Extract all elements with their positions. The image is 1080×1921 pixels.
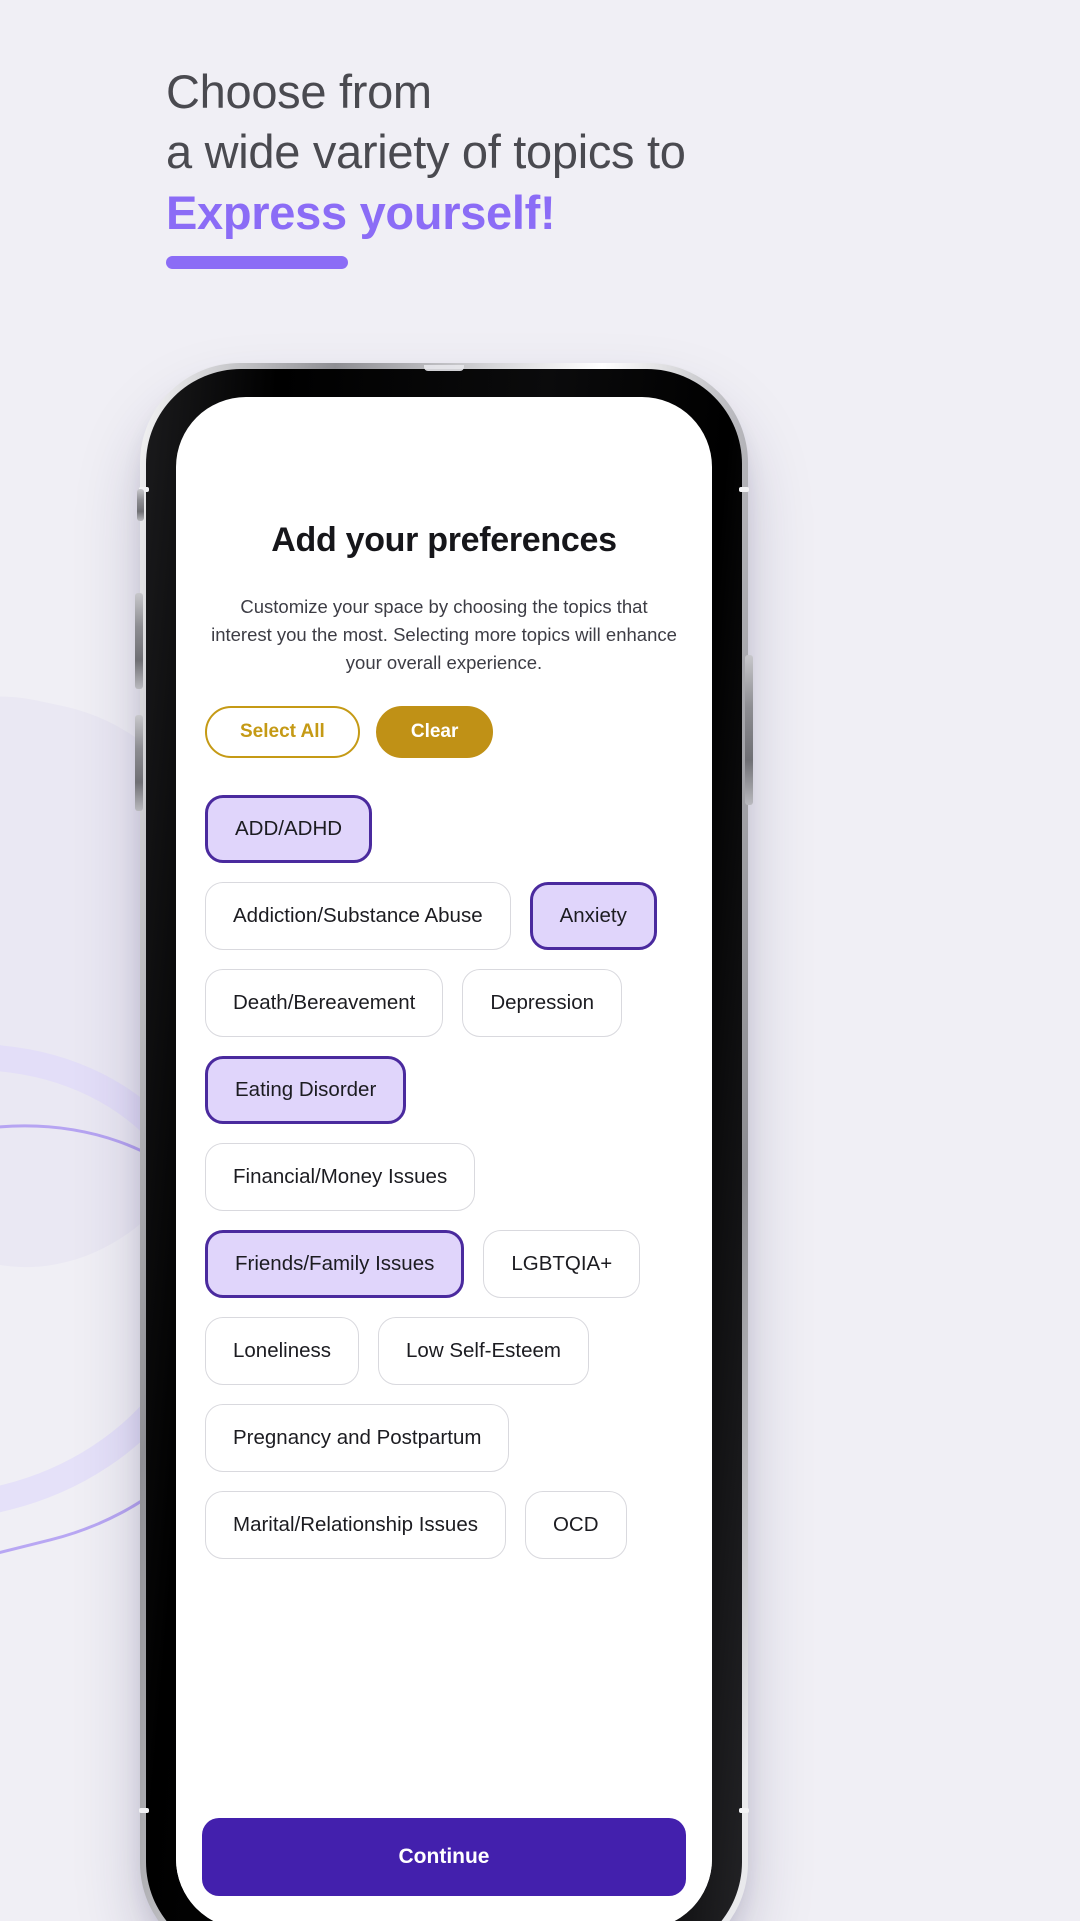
topic-chip[interactable]: Addiction/Substance Abuse (205, 882, 511, 950)
topic-chip[interactable]: Eating Disorder (205, 1056, 407, 1124)
continue-button[interactable]: Continue (202, 1818, 686, 1896)
topic-chip[interactable]: Low Self-Esteem (378, 1317, 589, 1385)
hero-headline: Choose from a wide variety of topics to … (166, 62, 986, 269)
topic-chip[interactable]: Marital/Relationship Issues (205, 1491, 506, 1559)
volume-up-button[interactable] (135, 593, 143, 689)
phone-notch (424, 365, 464, 371)
power-button[interactable] (745, 655, 753, 805)
page-title: Add your preferences (271, 521, 617, 559)
topic-chip[interactable]: Financial/Money Issues (205, 1143, 476, 1211)
rim-tick-top-right (739, 487, 749, 492)
hero-accent-line: Express yourself! (166, 186, 556, 239)
topic-chip[interactable]: Loneliness (205, 1317, 360, 1385)
clear-button[interactable]: Clear (375, 706, 494, 758)
bulk-action-row: Select All Clear (202, 706, 686, 758)
phone-screen: Add your preferences Customize your spac… (176, 397, 712, 1921)
cta-container: Continue (202, 1818, 686, 1896)
topic-chip[interactable]: ADD/ADHD (205, 795, 373, 863)
volume-down-button[interactable] (135, 715, 143, 811)
topic-chip[interactable]: LGBTQIA+ (483, 1230, 641, 1298)
topic-chip-list: ADD/ADHD Addiction/Substance Abuse Anxiety… (202, 795, 686, 1559)
topic-chip[interactable]: Pregnancy and Postpartum (205, 1404, 510, 1472)
page-description: Customize your space by choosing the top… (211, 596, 677, 673)
rim-tick-bottom-right (739, 1808, 749, 1813)
select-all-button[interactable]: Select All (205, 706, 360, 758)
topic-chip[interactable]: Anxiety (529, 882, 657, 950)
app-content: Add your preferences Customize your spac… (176, 397, 712, 1921)
hero-line-2: a wide variety of topics to (166, 125, 686, 178)
topic-chip[interactable]: OCD (524, 1491, 627, 1559)
page-root: Choose from a wide variety of topics to … (0, 0, 1080, 1921)
rim-tick-bottom-left (139, 1808, 149, 1813)
hero-underline-bar (166, 256, 348, 269)
phone-mockup: Add your preferences Customize your spac… (135, 363, 753, 1921)
topic-chip[interactable]: Friends/Family Issues (205, 1230, 465, 1298)
hero-line-1: Choose from (166, 65, 432, 118)
topic-chip[interactable]: Death/Bereavement (205, 969, 444, 1037)
silent-switch-button[interactable] (137, 489, 144, 521)
topic-chip[interactable]: Depression (462, 969, 623, 1037)
